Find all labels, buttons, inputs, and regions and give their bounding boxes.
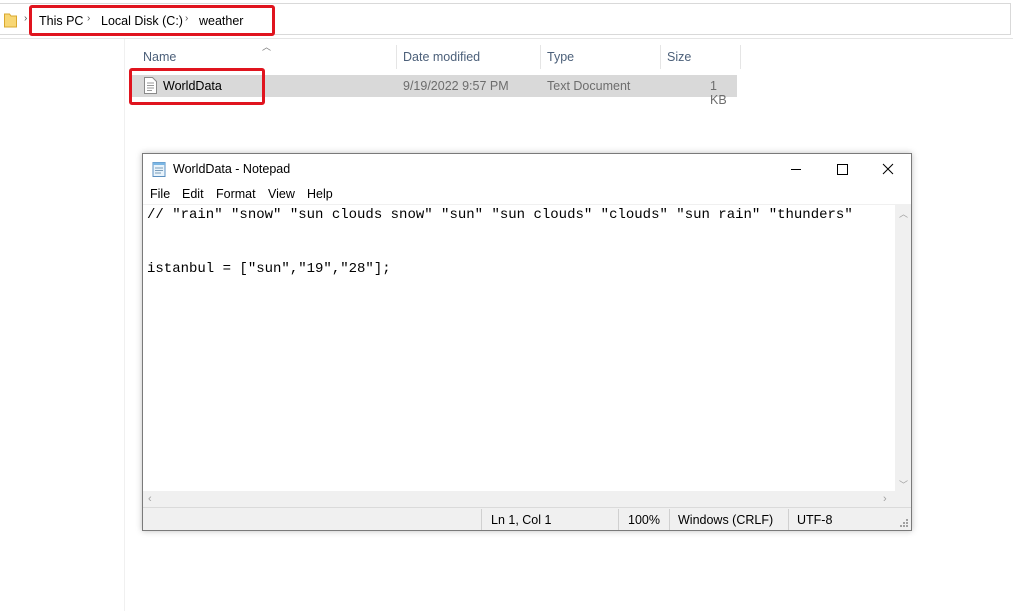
file-row[interactable]: WorldData 9/19/2022 9:57 PM Text Documen… [129,75,737,107]
maximize-icon [837,164,848,175]
status-separator [788,509,789,530]
sort-up-icon: ︿ [262,42,272,52]
file-size: 1 KB [710,79,727,107]
column-separator[interactable] [540,45,541,69]
column-header-date[interactable]: Date modified [403,46,480,68]
breadcrumb-this-pc[interactable]: This PC [39,14,83,28]
breadcrumb-local-disk[interactable]: Local Disk (C:) [101,14,183,28]
text-editor[interactable]: // "rain" "snow" "sun clouds snow" "sun"… [143,204,895,492]
menu-edit[interactable]: Edit [182,187,204,201]
close-icon [882,163,894,175]
menu-help[interactable]: Help [307,187,333,201]
minimize-icon [791,169,801,170]
menu-format[interactable]: Format [216,187,256,201]
vertical-scrollbar[interactable]: ︿ ﹀ [895,204,911,491]
status-cursor-position: Ln 1, Col 1 [491,513,552,527]
scroll-down-icon[interactable]: ﹀ [899,478,908,491]
editor-line-1: // "rain" "snow" "sun clouds snow" "sun"… [147,207,853,223]
maximize-button[interactable] [819,154,865,184]
folder-icon [4,13,17,28]
resize-grip-icon[interactable] [899,518,909,528]
column-header-name[interactable]: Name [143,46,176,68]
notepad-icon [152,162,166,177]
status-bar: Ln 1, Col 1 100% Windows (CRLF) UTF-8 [143,507,911,530]
text-file-icon [144,77,157,94]
close-button[interactable] [865,154,911,184]
status-separator [669,509,670,530]
horizontal-scrollbar[interactable]: ‹ › [143,491,895,507]
nav-pane-divider [124,39,125,611]
notepad-window[interactable]: WorldData - Notepad File Edit Format Vie… [142,153,912,531]
file-type: Text Document [547,79,631,93]
address-bar: › This PC › Local Disk (C:) › weather [0,0,1013,39]
file-date: 9/19/2022 9:57 PM [403,79,509,93]
file-name: WorldData [163,79,222,93]
status-zoom: 100% [628,513,660,527]
scroll-right-icon[interactable]: › [883,493,887,505]
column-separator[interactable] [660,45,661,69]
status-encoding: UTF-8 [797,513,833,527]
scroll-up-icon[interactable]: ︿ [899,207,908,220]
column-header-type[interactable]: Type [547,46,574,68]
scroll-left-icon[interactable]: ‹ [148,493,152,505]
status-line-ending: Windows (CRLF) [678,513,774,527]
menu-bar: File Edit Format View Help [143,184,911,204]
minimize-button[interactable] [773,154,819,184]
column-header-size[interactable]: Size [667,46,691,68]
chevron-right-icon: › [24,13,28,24]
editor-line-4: istanbul = ["sun","19","28"]; [147,261,391,277]
menu-view[interactable]: View [268,187,295,201]
notepad-title: WorldData - Notepad [173,162,291,176]
chevron-right-icon[interactable]: › [87,13,90,24]
notepad-titlebar[interactable]: WorldData - Notepad [143,154,911,184]
menu-file[interactable]: File [150,187,170,201]
scroll-corner [895,491,911,507]
chevron-right-icon[interactable]: › [185,13,188,24]
column-separator[interactable] [396,45,397,69]
status-separator [481,509,482,530]
status-separator [618,509,619,530]
breadcrumb-weather[interactable]: weather [199,14,243,28]
column-separator[interactable] [740,45,741,69]
